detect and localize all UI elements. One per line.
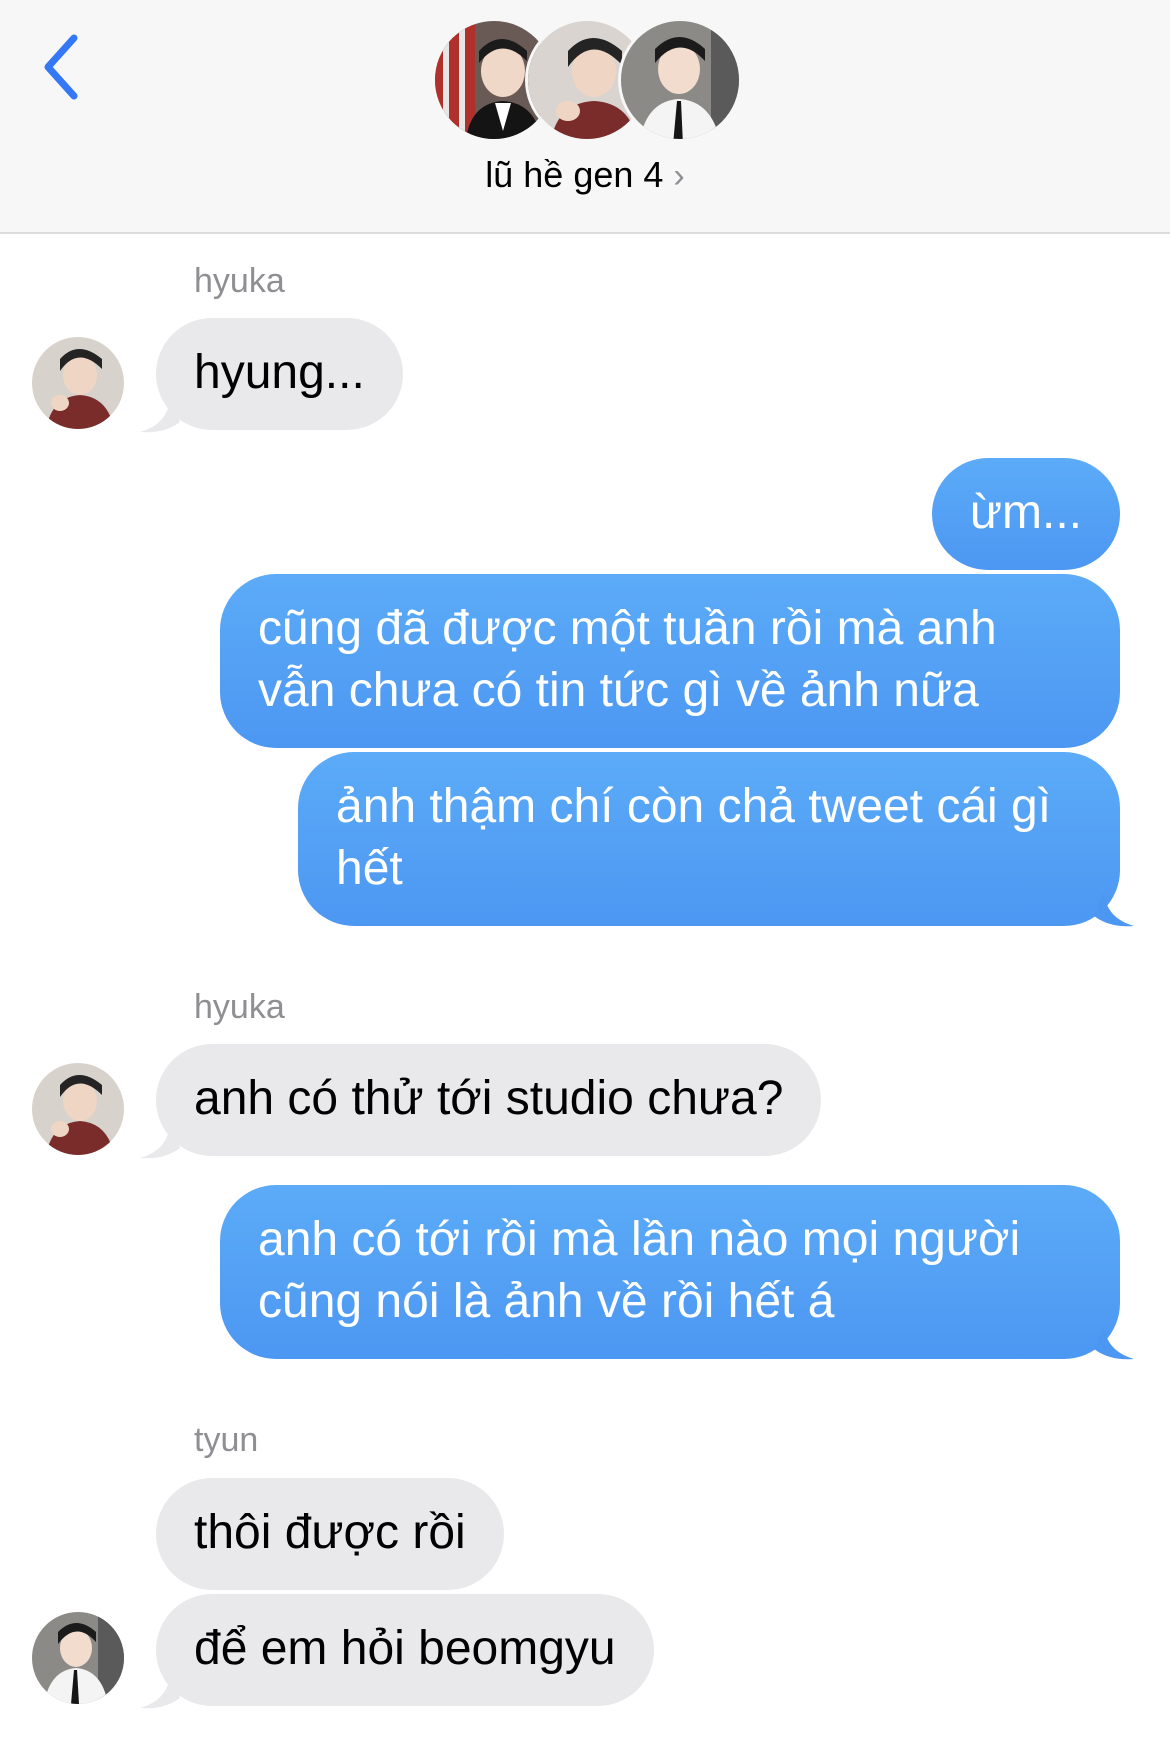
avatar[interactable]	[32, 1612, 124, 1704]
group-name-label: lũ hề gen 4	[485, 154, 664, 195]
avatar	[618, 18, 742, 142]
outgoing-message[interactable]: cũng đã được một tuần rồi mà anh vẫn chư…	[220, 574, 1120, 748]
message-text: anh có thử tới studio chưa?	[194, 1072, 784, 1125]
message-text: cũng đã được một tuần rồi mà anh vẫn chư…	[258, 602, 997, 717]
outgoing-message[interactable]: ừm...	[931, 458, 1120, 570]
bubble-tail	[140, 1124, 180, 1159]
incoming-message[interactable]: để em hỏi beomgyu	[156, 1594, 654, 1706]
message-text: để em hỏi beomgyu	[194, 1622, 616, 1675]
avatar[interactable]	[32, 337, 124, 429]
bubble-tail	[1094, 1325, 1134, 1360]
bubble-tail	[140, 1674, 180, 1709]
message-text: anh có tới rồi mà lần nào mọi người cũng…	[258, 1213, 1021, 1328]
chevron-left-icon[interactable]	[38, 32, 88, 102]
incoming-message[interactable]: thôi được rồi	[156, 1478, 504, 1590]
group-avatars[interactable]	[432, 18, 742, 142]
incoming-message[interactable]: anh có thử tới studio chưa?	[156, 1044, 822, 1156]
incoming-message[interactable]: hyung...	[156, 318, 403, 430]
bubble-tail	[140, 398, 180, 433]
chevron-right-icon: ›	[673, 157, 685, 195]
message-text: hyung...	[194, 346, 365, 399]
conversation-header: lũ hề gen 4 ›	[0, 0, 1170, 234]
message-text: thôi được rồi	[194, 1506, 466, 1559]
avatar[interactable]	[32, 1063, 124, 1155]
group-name[interactable]: lũ hề gen 4 ›	[0, 154, 1170, 196]
message-text: ừm...	[969, 486, 1082, 539]
outgoing-message[interactable]: anh có tới rồi mà lần nào mọi người cũng…	[220, 1185, 1120, 1359]
bubble-tail	[1094, 892, 1134, 927]
sender-name: tyun	[194, 1421, 259, 1459]
message-text: ảnh thậm chí còn chả tweet cái gì hết	[336, 780, 1052, 895]
outgoing-message[interactable]: ảnh thậm chí còn chả tweet cái gì hết	[298, 752, 1120, 926]
sender-name: hyuka	[194, 988, 285, 1026]
sender-name: hyuka	[194, 262, 285, 300]
